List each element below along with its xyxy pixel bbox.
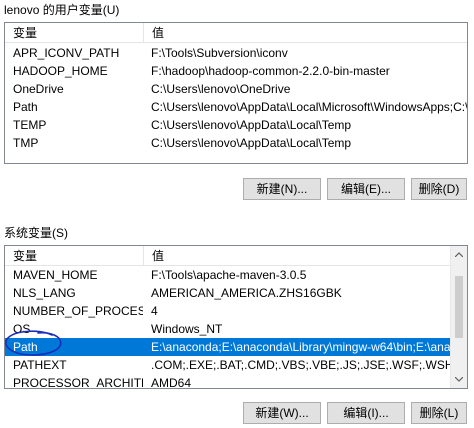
table-row[interactable]: TMP C:\Users\lenovo\AppData\Local\Temp — [5, 134, 467, 152]
row-variable-name: PATHEXT — [13, 358, 67, 372]
column-header-value[interactable]: 值 — [144, 246, 444, 266]
table-row[interactable]: OneDrive C:\Users\lenovo\OneDrive — [5, 80, 467, 98]
column-header-variable[interactable]: 变量 — [5, 246, 143, 266]
row-variable-name: NUMBER_OF_PROCESSORS — [13, 304, 143, 318]
row-variable-value: E:\anaconda;E:\anaconda\Library\mingw-w6… — [151, 340, 450, 354]
system-edit-button[interactable]: 编辑(I)... — [327, 402, 405, 424]
row-variable-value: F:\Tools\apache-maven-3.0.5 — [151, 268, 307, 282]
row-variable-value: F:\Tools\Subversion\iconv — [151, 46, 288, 60]
scrollbar-thumb[interactable] — [455, 276, 463, 338]
table-row[interactable]: TEMP C:\Users\lenovo\AppData\Local\Temp — [5, 116, 467, 134]
row-variable-name: Path — [13, 340, 38, 354]
table-row[interactable]: NLS_LANG AMERICAN_AMERICA.ZHS16GBK — [5, 284, 450, 302]
row-variable-name: OneDrive — [13, 82, 64, 96]
row-variable-name: PROCESSOR_ARCHITECT... — [13, 376, 143, 389]
system-list-scrollbar[interactable] — [450, 246, 467, 388]
column-header-variable[interactable]: 变量 — [5, 23, 143, 43]
row-variable-value: C:\Users\lenovo\OneDrive — [151, 82, 291, 96]
row-variable-value: Windows_NT — [151, 322, 223, 336]
row-variable-name: TMP — [13, 136, 39, 150]
user-variables-list[interactable]: 变量 值 APR_ICONV_PATH F:\Tools\Subversion\… — [4, 22, 468, 164]
system-variables-title: 系统变量(S) — [4, 226, 68, 240]
row-variable-value: C:\Users\lenovo\AppData\Local\Temp — [151, 136, 352, 150]
row-variable-name: Path — [13, 100, 38, 114]
user-delete-button[interactable]: 删除(D) — [411, 178, 467, 200]
user-list-header: 变量 值 — [5, 23, 467, 43]
chevron-down-icon[interactable] — [451, 371, 467, 388]
table-row[interactable]: OS Windows_NT — [5, 320, 450, 338]
table-row[interactable]: APR_ICONV_PATH F:\Tools\Subversion\iconv — [5, 44, 467, 62]
user-edit-button[interactable]: 编辑(E)... — [327, 178, 405, 200]
row-variable-name: TEMP — [13, 118, 47, 132]
system-list-header: 变量 值 — [5, 246, 450, 266]
system-new-button[interactable]: 新建(W)... — [243, 402, 321, 424]
row-variable-value: AMERICAN_AMERICA.ZHS16GBK — [151, 286, 342, 300]
table-row[interactable]: MAVEN_HOME F:\Tools\apache-maven-3.0.5 — [5, 266, 450, 284]
row-variable-name: NLS_LANG — [13, 286, 76, 300]
row-variable-value: AMD64 — [151, 376, 192, 389]
table-row-selected[interactable]: Path E:\anaconda;E:\anaconda\Library\min… — [5, 338, 450, 356]
row-variable-name: APR_ICONV_PATH — [13, 46, 120, 60]
row-variable-value: .COM;.EXE;.BAT;.CMD;.VBS;.VBE;.JS;.JSE;.… — [151, 358, 450, 372]
table-row[interactable]: Path C:\Users\lenovo\AppData\Local\Micro… — [5, 98, 467, 116]
system-variables-list[interactable]: 变量 值 MAVEN_HOME F:\Tools\apache-maven-3.… — [4, 245, 468, 389]
table-row[interactable]: NUMBER_OF_PROCESSORS 4 — [5, 302, 450, 320]
row-variable-value: C:\Users\lenovo\AppData\Local\Temp — [151, 118, 352, 132]
column-header-value[interactable]: 值 — [144, 23, 464, 43]
system-delete-button[interactable]: 删除(L) — [411, 402, 467, 424]
row-variable-name: OS — [13, 322, 31, 336]
chevron-up-icon[interactable] — [451, 246, 467, 263]
row-variable-name: MAVEN_HOME — [13, 268, 98, 282]
table-row[interactable]: PATHEXT .COM;.EXE;.BAT;.CMD;.VBS;.VBE;.J… — [5, 356, 450, 374]
user-new-button[interactable]: 新建(N)... — [243, 178, 321, 200]
table-row[interactable]: HADOOP_HOME F:\hadoop\hadoop-common-2.2.… — [5, 62, 467, 80]
user-variables-title: lenovo 的用户变量(U) — [4, 3, 120, 17]
row-variable-name: HADOOP_HOME — [13, 64, 108, 78]
row-variable-value: C:\Users\lenovo\AppData\Local\Microsoft\… — [151, 100, 467, 114]
row-variable-value: 4 — [151, 304, 158, 318]
table-row[interactable]: PROCESSOR_ARCHITECT... AMD64 — [5, 374, 450, 389]
row-variable-value: F:\hadoop\hadoop-common-2.2.0-bin-master — [151, 64, 390, 78]
